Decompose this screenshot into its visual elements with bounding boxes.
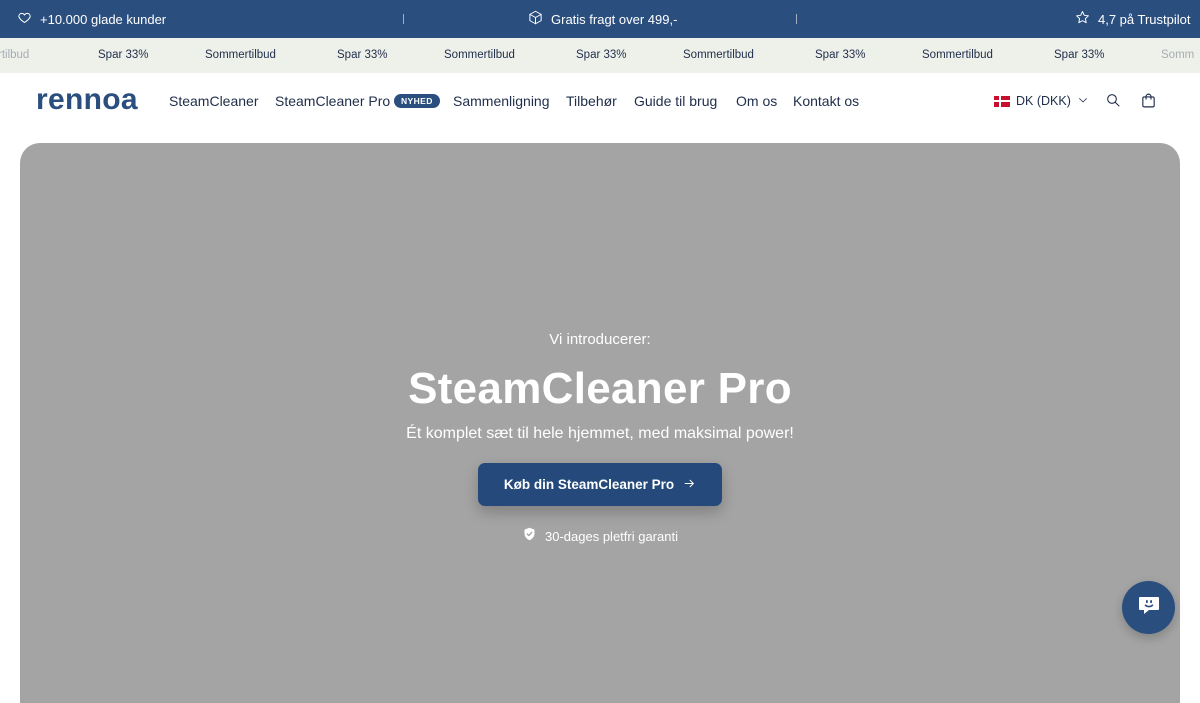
nav-link-sammenligning[interactable]: Sammenligning bbox=[453, 91, 550, 111]
package-icon bbox=[528, 10, 543, 28]
marquee-item: Spar 33% bbox=[576, 49, 627, 61]
chat-button[interactable] bbox=[1122, 581, 1175, 634]
shield-check-icon bbox=[522, 526, 537, 547]
promo-marquee: rtilbud Spar 33% Sommertilbud Spar 33% S… bbox=[0, 38, 1200, 73]
nav-link-guide[interactable]: Guide til brug bbox=[634, 91, 717, 111]
nav-link-om-os[interactable]: Om os bbox=[736, 91, 777, 111]
heart-icon bbox=[17, 10, 32, 28]
shipping-text: Gratis fragt over 499,- bbox=[551, 11, 678, 27]
hero-eyebrow: Vi introducerer: bbox=[549, 331, 651, 348]
marquee-item: Spar 33% bbox=[98, 49, 149, 61]
buy-button-label: Køb din SteamCleaner Pro bbox=[503, 477, 675, 492]
marquee-item: Sommertilbud bbox=[922, 49, 993, 61]
marquee-item: Spar 33% bbox=[815, 49, 866, 61]
denmark-flag-icon bbox=[994, 95, 1010, 107]
hero-subtitle: Ét komplet sæt til hele hjemmet, med mak… bbox=[406, 425, 794, 442]
divider bbox=[796, 14, 797, 24]
marquee-item: Somm bbox=[1161, 49, 1195, 61]
marquee-item: Sommertilbud bbox=[444, 49, 515, 61]
shopping-bag-icon bbox=[1140, 93, 1157, 113]
nav-link-steamcleaner-pro[interactable]: SteamCleaner Pro bbox=[275, 91, 390, 111]
arrow-right-icon bbox=[683, 477, 696, 493]
marquee-item: Spar 33% bbox=[337, 49, 388, 61]
nav-link-tilbehor[interactable]: Tilbehør bbox=[566, 91, 617, 111]
new-badge: NYHED bbox=[394, 94, 440, 108]
marquee-item: Sommertilbud bbox=[683, 49, 754, 61]
search-button[interactable] bbox=[1105, 92, 1123, 110]
announcement-bar: +10.000 glade kunder Gratis fragt over 4… bbox=[0, 0, 1200, 38]
trustpilot-notice[interactable]: 4,7 på Trustpilot bbox=[1075, 0, 1191, 38]
customers-notice: +10.000 glade kunder bbox=[17, 0, 166, 38]
currency-label: DK (DKK) bbox=[1016, 94, 1071, 108]
shipping-notice: Gratis fragt over 499,- bbox=[528, 0, 677, 38]
customers-text: +10.000 glade kunder bbox=[40, 11, 167, 27]
guarantee-text: 30-dages pletfri garanti bbox=[545, 528, 678, 544]
chevron-down-icon bbox=[1077, 94, 1089, 109]
logo[interactable]: rennoa bbox=[36, 80, 138, 120]
guarantee-note: 30-dages pletfri garanti bbox=[0, 526, 1200, 547]
buy-button[interactable]: Køb din SteamCleaner Pro bbox=[478, 463, 722, 506]
cart-button[interactable] bbox=[1140, 92, 1158, 110]
nav-link-steamcleaner[interactable]: SteamCleaner bbox=[169, 91, 259, 111]
marquee-item: Sommertilbud bbox=[205, 49, 276, 61]
marquee-item: rtilbud bbox=[0, 49, 30, 61]
currency-selector[interactable]: DK (DKK) bbox=[994, 91, 1089, 111]
nav-link-kontakt-os[interactable]: Kontakt os bbox=[793, 91, 859, 111]
trustpilot-text: 4,7 på Trustpilot bbox=[1098, 11, 1191, 27]
search-icon bbox=[1105, 94, 1121, 112]
chat-smiley-icon bbox=[1136, 592, 1162, 623]
hero-title: SteamCleaner Pro bbox=[408, 364, 792, 413]
star-icon bbox=[1075, 10, 1090, 28]
divider bbox=[403, 14, 404, 24]
marquee-item: Spar 33% bbox=[1054, 49, 1105, 61]
